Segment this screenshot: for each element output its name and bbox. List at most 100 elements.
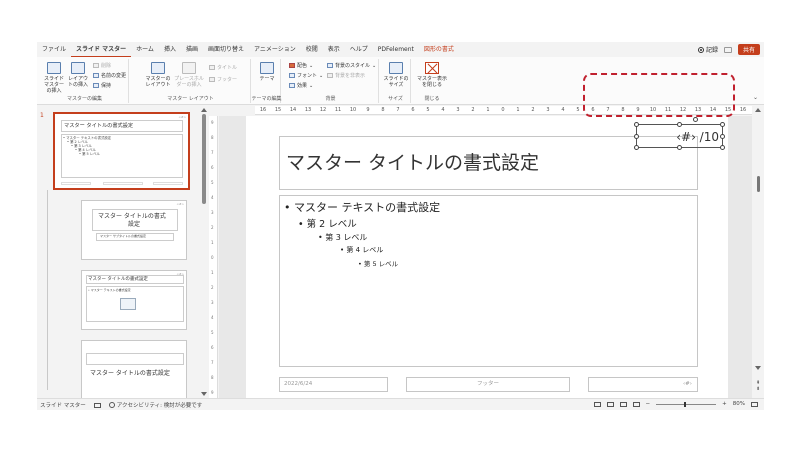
ruler-tick-label: 4 [211, 195, 214, 200]
master-layout-button[interactable]: マスターのレイアウト [145, 60, 171, 88]
zoom-in-icon[interactable]: + [722, 401, 727, 407]
highlight-annotation [583, 73, 735, 117]
chevron-down-icon: ⌄ [319, 72, 324, 79]
slide-canvas: マスター タイトルの書式設定 • マスター テキストの書式設定 • 第 2 レベ… [219, 116, 752, 398]
effects-label: 効果 [297, 83, 308, 89]
insert-layout-label: レイアウトの挿入 [67, 76, 88, 88]
slide-number-placeholder-selected[interactable]: ‹#› /10 [634, 117, 725, 150]
zoom-out-icon[interactable]: − [646, 401, 651, 407]
insert-slide-master-button[interactable]: スライド マスターの挿入 [43, 60, 65, 94]
group-size: スライドのサイズ サイズ [381, 59, 411, 103]
comment-icon[interactable] [723, 46, 732, 53]
tab-1[interactable]: スライド マスター [71, 42, 132, 57]
fit-slide-icon[interactable] [751, 401, 758, 407]
thumbnail-layout-content[interactable]: <#> マスター タイトルの書式設定 • マスター テキストの書式設定 [81, 270, 187, 330]
page-nav-icons[interactable]: ⇞ ⇟ [756, 380, 760, 392]
normal-view-icon[interactable] [593, 401, 601, 407]
thumbnail-layout-section[interactable]: マスター タイトルの書式設定 [81, 340, 187, 398]
group-edit-master: スライド マスターの挿入 レイアウトの挿入 削除 名前の変更 保持 マスターの編… [41, 59, 129, 103]
font-icon [289, 73, 295, 78]
tab-10[interactable]: PDFelement [373, 42, 419, 57]
effects-dropdown[interactable]: 効果 ⌄ [289, 82, 313, 89]
delete-button[interactable]: 削除 [93, 62, 111, 69]
date-placeholder[interactable]: 2022/6/24 [279, 377, 388, 392]
ruler-tick-label: 9 [366, 107, 370, 113]
ruler-tick-label: 7 [396, 107, 400, 113]
tab-11[interactable]: 図形の書式 [419, 42, 459, 57]
resize-handle[interactable] [720, 134, 725, 139]
thumbnail-layout-title[interactable]: <#> マスター タイトルの書式 設定 マスター サブタイトルの書式設定 [81, 200, 187, 260]
theme-button[interactable]: テーマ [254, 60, 280, 82]
ruler-tick-label: 0 [501, 107, 505, 113]
thumbnail-footer-box [61, 182, 91, 185]
tab-5[interactable]: 画面切り替え [203, 42, 249, 57]
close-master-view-button[interactable]: マスター表示を閉じる [415, 60, 449, 88]
checkbox-icon [209, 65, 215, 70]
title-checkbox[interactable]: タイトル [209, 64, 237, 71]
chevron-down-icon: ⌄ [372, 62, 377, 69]
thumbnail-scroll-thumb[interactable] [202, 114, 206, 204]
tab-2[interactable]: ホーム [131, 42, 159, 57]
bullet-level-4: • 第 4 レベル [340, 246, 384, 254]
rename-button[interactable]: 名前の変更 [93, 72, 126, 79]
resize-handle[interactable] [677, 145, 682, 150]
collapse-ribbon-icon[interactable]: ⌄ [753, 94, 758, 101]
resize-handle[interactable] [634, 122, 639, 127]
language-icon[interactable] [93, 402, 101, 408]
resize-handle[interactable] [720, 122, 725, 127]
preserve-button[interactable]: 保持 [93, 82, 111, 89]
ruler-tick-label: 7 [211, 150, 214, 155]
zoom-slider[interactable] [656, 401, 717, 407]
rotate-handle-icon[interactable] [693, 117, 698, 122]
tab-8[interactable]: 表示 [323, 42, 345, 57]
scroll-down-icon[interactable] [201, 392, 207, 396]
insert-layout-button[interactable]: レイアウトの挿入 [67, 60, 89, 88]
footer-checkbox[interactable]: フッター [209, 76, 237, 83]
vertical-ruler: 9 8 7 6 5 4 3 2 1 0 1 2 3 4 5 6 7 8 9 [209, 116, 218, 398]
slideshow-icon[interactable] [632, 401, 640, 407]
insert-placeholder-button[interactable]: プレースホルダーの挿入 [173, 60, 205, 88]
fonts-dropdown[interactable]: フォント ⌄ [289, 72, 323, 79]
master-layout-label: マスターのレイアウト [145, 76, 171, 88]
tab-3[interactable]: 挿入 [159, 42, 181, 57]
tab-7[interactable]: 校閲 [301, 42, 323, 57]
tab-6[interactable]: アニメーション [249, 42, 301, 57]
slide-number-footer-placeholder[interactable]: ‹#› [588, 377, 698, 392]
thumbnail-scrollbar[interactable] [201, 108, 207, 396]
share-button[interactable]: 共有 [737, 44, 760, 55]
slide-size-button[interactable]: スライドのサイズ [383, 60, 409, 88]
ruler-tick-label: 13 [304, 107, 312, 113]
ruler-tick-label: 6 [211, 345, 214, 350]
background-styles-dropdown[interactable]: 背景のスタイル ⌄ [327, 62, 376, 69]
accessibility-button[interactable]: アクセシビリティ: 検討が必要です [108, 401, 202, 409]
tab-0[interactable]: ファイル [37, 42, 71, 57]
scroll-down-icon[interactable] [755, 366, 761, 370]
thumbnail-slide-master[interactable]: <#> マスター タイトルの書式設定 • マスター テキストの書式設定 • 第 … [53, 112, 190, 190]
scroll-up-icon[interactable] [755, 108, 761, 112]
ruler-tick-label: 5 [211, 180, 214, 185]
resize-handle[interactable] [634, 145, 639, 150]
reading-view-icon[interactable] [619, 401, 627, 407]
resize-handle[interactable] [720, 145, 725, 150]
thumbnail-title: マスター タイトルの書式設定 [90, 370, 170, 377]
insert-master-label: スライド マスターの挿入 [43, 76, 64, 94]
resize-handle[interactable] [677, 122, 682, 127]
hide-background-checkbox[interactable]: 背景を非表示 [327, 72, 365, 79]
thumbnail-title: マスター タイトルの書式設定 [64, 123, 134, 129]
slide-master[interactable]: マスター タイトルの書式設定 • マスター テキストの書式設定 • 第 2 レベ… [246, 116, 728, 398]
zoom-slider-knob[interactable] [684, 401, 687, 407]
scroll-up-icon[interactable] [201, 108, 207, 112]
zoom-level[interactable]: 80% [733, 401, 745, 407]
body-placeholder[interactable]: • マスター テキストの書式設定 • 第 2 レベル • 第 3 レベル • 第… [279, 195, 698, 367]
tab-4[interactable]: 描画 [181, 42, 203, 57]
vertical-scrollbar[interactable]: ⇞ ⇟ [753, 106, 764, 398]
colors-dropdown[interactable]: 配色 ⌄ [289, 62, 313, 69]
resize-handle[interactable] [634, 134, 639, 139]
footer-placeholder[interactable]: フッター [406, 377, 570, 392]
vertical-scroll-thumb[interactable] [757, 176, 760, 192]
slide-sorter-icon[interactable] [606, 401, 614, 407]
record-button[interactable]: 記録 [697, 45, 718, 54]
tab-9[interactable]: ヘルプ [345, 42, 373, 57]
record-icon [697, 46, 704, 53]
group-label-master-layout: マスター レイアウト [167, 96, 214, 102]
